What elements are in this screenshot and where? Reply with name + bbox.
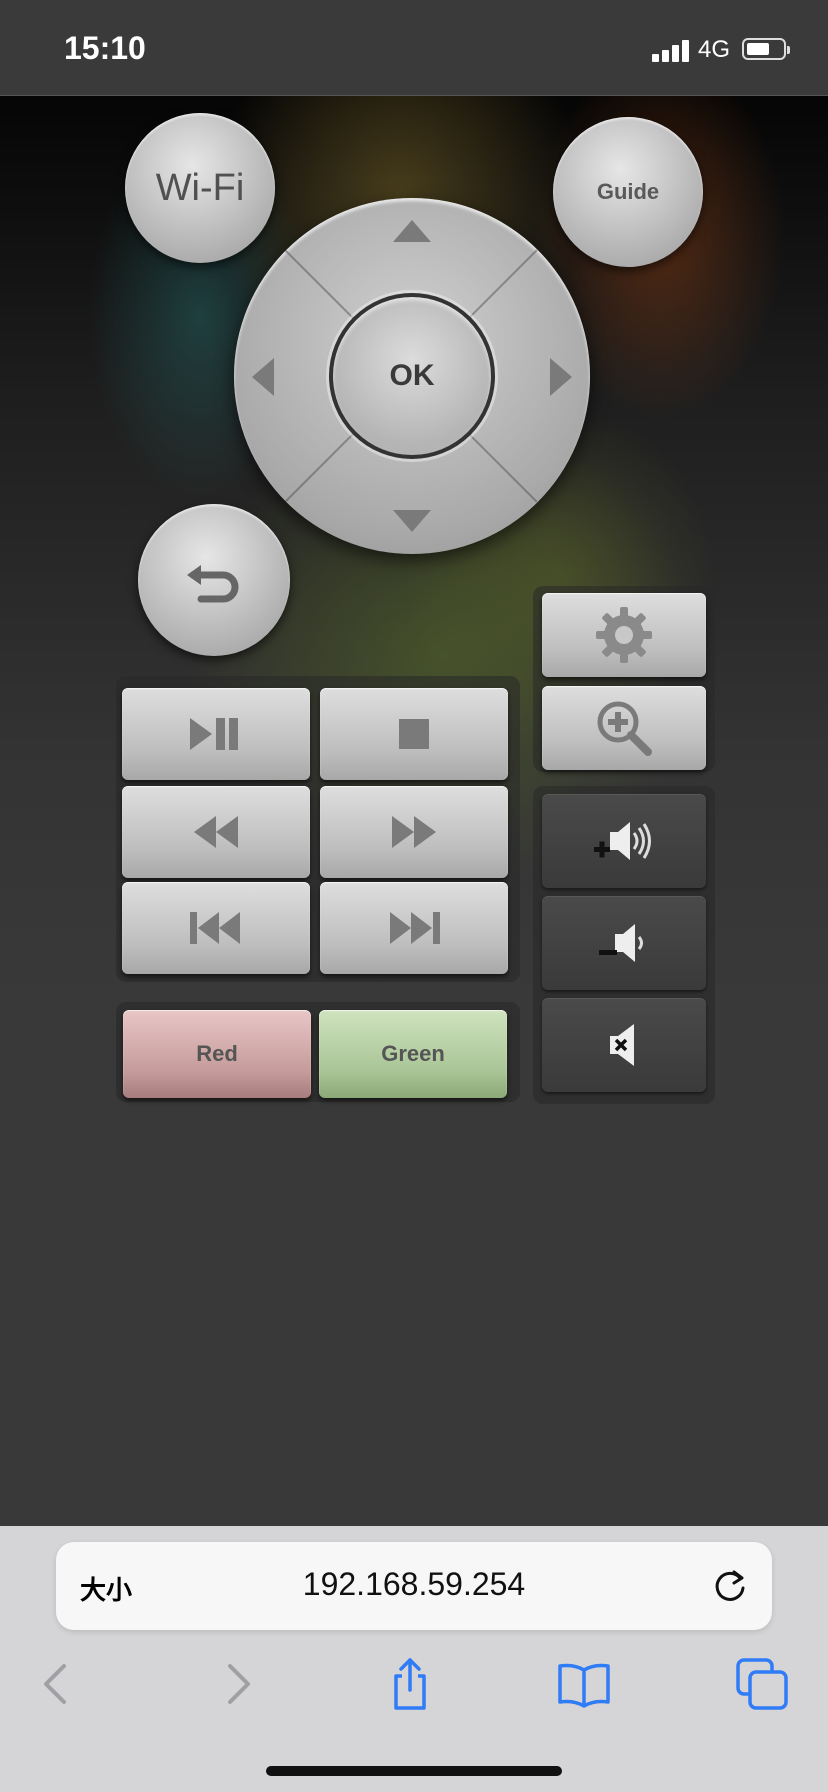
fast-forward-icon xyxy=(392,816,436,848)
play-pause-icon xyxy=(190,718,238,750)
dpad-left-button[interactable] xyxy=(234,276,334,476)
play-pause-button[interactable] xyxy=(122,688,310,780)
dpad-up-button[interactable] xyxy=(312,198,512,298)
dpad: OK xyxy=(234,198,590,554)
status-bar: 15:10 4G xyxy=(0,0,828,96)
dpad-down-button[interactable] xyxy=(312,454,512,554)
guide-button[interactable]: Guide xyxy=(553,117,703,267)
wifi-button[interactable]: Wi-Fi xyxy=(125,113,275,263)
ok-label: OK xyxy=(389,359,435,392)
wifi-label: Wi-Fi xyxy=(155,166,245,209)
url-text[interactable]: 192.168.59.254 xyxy=(56,1566,772,1603)
gear-icon xyxy=(596,607,652,663)
skip-previous-icon xyxy=(190,912,240,944)
volume-up-button[interactable] xyxy=(542,794,706,888)
arrow-up-icon xyxy=(393,220,431,242)
reload-icon[interactable] xyxy=(710,1566,750,1606)
rewind-icon xyxy=(194,816,238,848)
volume-down-icon xyxy=(599,924,643,962)
volume-up-icon xyxy=(594,822,651,860)
mute-button[interactable] xyxy=(542,998,706,1092)
browser-toolbar: 大小 192.168.59.254 xyxy=(0,1526,828,1792)
dpad-right-button[interactable] xyxy=(490,276,590,476)
previous-button[interactable] xyxy=(122,882,310,974)
skip-next-icon xyxy=(390,912,440,944)
arrow-right-icon xyxy=(550,358,572,396)
back-arrow-icon xyxy=(187,565,239,603)
bookmarks-icon[interactable] xyxy=(556,1656,612,1712)
next-button[interactable] xyxy=(320,882,508,974)
volume-down-button[interactable] xyxy=(542,896,706,990)
forward-icon[interactable] xyxy=(208,1656,264,1712)
address-bar[interactable]: 大小 192.168.59.254 xyxy=(56,1542,772,1630)
home-indicator xyxy=(266,1766,562,1776)
rewind-button[interactable] xyxy=(122,786,310,878)
tabs-icon[interactable] xyxy=(734,1656,790,1712)
status-time: 15:10 xyxy=(64,30,146,66)
zoom-in-icon xyxy=(597,701,652,756)
battery-icon xyxy=(742,38,790,60)
arrow-down-icon xyxy=(393,510,431,532)
green-button[interactable]: Green xyxy=(319,1010,507,1098)
stop-button[interactable] xyxy=(320,688,508,780)
mute-icon xyxy=(610,1024,634,1066)
back-icon[interactable] xyxy=(30,1656,86,1712)
fast-forward-button[interactable] xyxy=(320,786,508,878)
green-label: Green xyxy=(381,1041,445,1066)
red-label: Red xyxy=(196,1041,238,1066)
remote-control: Wi-Fi Guide OK Red Green xyxy=(0,96,828,1526)
zoom-button[interactable] xyxy=(542,686,706,770)
settings-button[interactable] xyxy=(542,593,706,677)
signal-icon xyxy=(652,38,692,62)
back-button[interactable] xyxy=(138,504,290,656)
red-button[interactable]: Red xyxy=(123,1010,311,1098)
stop-icon xyxy=(399,719,429,749)
share-icon[interactable] xyxy=(382,1656,438,1712)
guide-label: Guide xyxy=(596,179,660,204)
arrow-left-icon xyxy=(252,358,274,396)
network-type: 4G xyxy=(698,36,731,63)
ok-button[interactable]: OK xyxy=(329,293,495,459)
